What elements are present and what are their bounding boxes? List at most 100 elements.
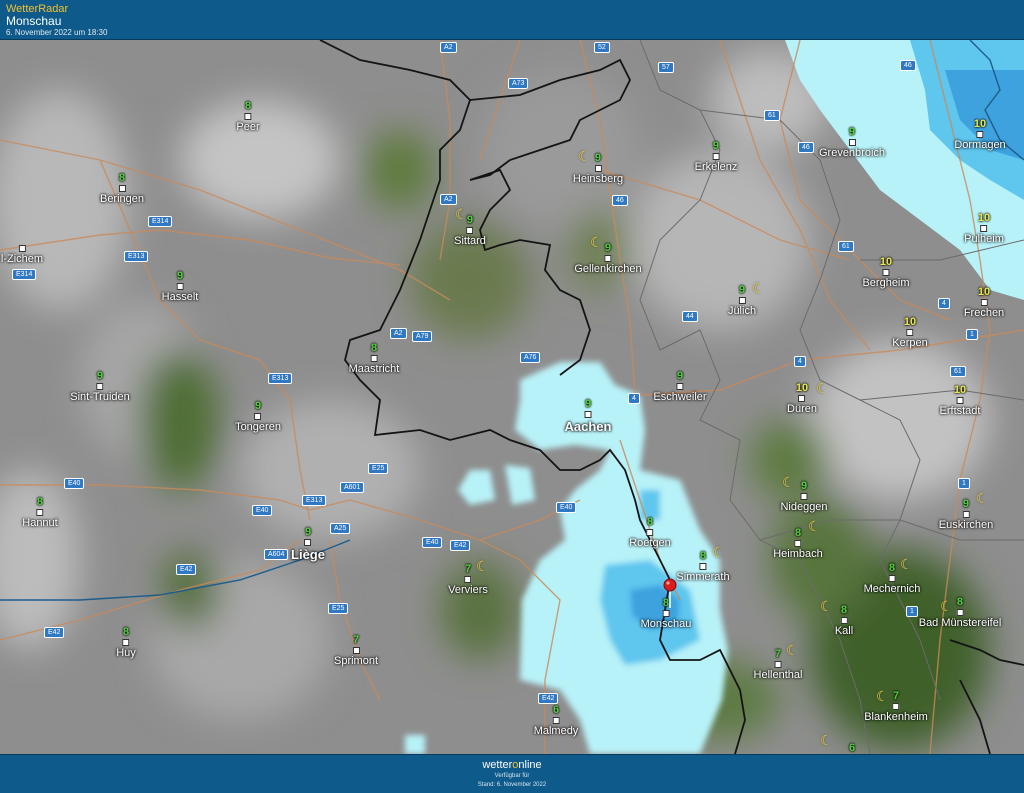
city-name: Grevenbroich [818, 147, 886, 159]
city-gellenkirchen[interactable]: 9 Gellenkirchen [574, 242, 641, 275]
road-shield-a2: A2 [440, 42, 457, 53]
crescent-moon-icon: ☾ [782, 474, 795, 490]
city-sprimont[interactable]: 7 Sprimont [334, 634, 378, 667]
city-liège[interactable]: 9 Liège [291, 526, 325, 562]
temperature-label: 8 [370, 342, 378, 354]
city-bad-münstereifel[interactable]: 8 Bad Münstereifel [919, 596, 1002, 629]
city-eschweiler[interactable]: 9 Eschweiler [653, 370, 706, 403]
city-name: Sprimont [333, 655, 379, 667]
city-marker [552, 717, 560, 724]
road-shield-a73: A73 [508, 78, 529, 89]
wetteronline-logo[interactable]: wetteronline [0, 759, 1024, 771]
city-marker [892, 703, 900, 710]
temperature-label: 10 [903, 316, 917, 328]
city-marker [584, 411, 592, 418]
city-blankenheim[interactable]: 7 Blankenheim [864, 690, 928, 723]
city-frechen[interactable]: 10 Frechen [964, 286, 1004, 319]
city-marker [800, 493, 808, 500]
stand-date: Stand: 6. November 2022 [477, 782, 547, 788]
city-name: Bergheim [862, 277, 910, 289]
city-erkelenz[interactable]: 9 Erkelenz [695, 140, 738, 173]
city-marker [712, 153, 720, 160]
city-aachen[interactable]: 9 Aachen [565, 398, 612, 434]
city-tongeren[interactable]: 9 Tongeren [235, 400, 281, 433]
road-shield-1: 1 [958, 478, 970, 489]
crescent-moon-icon: ☾ [820, 598, 833, 614]
city-sint-truiden[interactable]: 9 Sint-Truiden [70, 370, 130, 403]
temperature-label: 9 [604, 242, 612, 254]
radar-map[interactable]: 8 Peer 8 Beringen l-Zichem 9 Hasselt 9 Sint-Trui… [0, 40, 1024, 754]
road-shield-e42: E42 [450, 540, 471, 551]
city-erftstadt[interactable]: 10 Erftstadt [940, 384, 981, 417]
city-marker [244, 113, 252, 120]
city-name: Huy [116, 647, 136, 659]
city-name: Blankenheim [864, 711, 928, 723]
temperature-label: 7 [352, 634, 360, 646]
temperature-label: 9 [848, 126, 856, 138]
city-l-zichem[interactable]: l-Zichem [1, 244, 43, 265]
city-name: Aachen [564, 419, 612, 434]
city-unnamed[interactable]: 6 [849, 742, 855, 754]
city-beringen[interactable]: 8 Beringen [100, 172, 144, 205]
crescent-moon-icon: ☾ [455, 206, 468, 222]
temperature-label: 10 [977, 286, 991, 298]
city-marker [352, 647, 360, 654]
city-huy[interactable]: 8 Huy [116, 626, 136, 659]
city-roetgen[interactable]: 8 Roetgen [629, 516, 671, 549]
city-marker [304, 539, 312, 546]
road-shield-46: 46 [900, 60, 916, 71]
logo-part-3: nline [518, 759, 542, 771]
city-pulheim[interactable]: 10 Pulheim [964, 212, 1004, 245]
temperature-label: 9 [712, 140, 720, 152]
road-shield-1: 1 [906, 606, 918, 617]
road-shield-52: 52 [594, 42, 610, 53]
city-marker [794, 540, 802, 547]
road-shield-a601: A601 [340, 482, 365, 493]
city-kerpen[interactable]: 10 Kerpen [892, 316, 927, 349]
city-peer[interactable]: 8 Peer [236, 100, 259, 133]
city-name: Gellenkirchen [574, 263, 642, 275]
crescent-moon-icon: ☾ [816, 380, 829, 396]
city-name: Liège [291, 547, 325, 562]
temperature-label: 6 [848, 742, 856, 754]
temperature-label: 7 [892, 690, 900, 702]
city-marker [962, 511, 970, 518]
city-marker [980, 299, 988, 306]
city-marker [254, 413, 262, 420]
temperature-label: 8 [118, 172, 126, 184]
city-name: Roetgen [629, 537, 671, 549]
city-marker [646, 529, 654, 536]
city-maastricht[interactable]: 8 Maastricht [349, 342, 400, 375]
city-malmedy[interactable]: 6 Malmedy [534, 704, 579, 737]
road-shield-46: 46 [612, 195, 628, 206]
location-title: Monschau [6, 14, 62, 28]
road-shield-e42: E42 [176, 564, 197, 575]
temperature-label: 10 [795, 382, 809, 394]
city-name: Heimbach [773, 548, 823, 560]
city-marker [36, 509, 44, 516]
city-marker [118, 185, 126, 192]
temperature-label: 10 [973, 118, 987, 130]
city-marker [594, 165, 602, 172]
crescent-moon-icon: ☾ [876, 688, 889, 704]
city-name: Hellenthal [753, 669, 803, 681]
road-shield-a2: A2 [440, 194, 457, 205]
city-name: Sint-Truiden [70, 391, 130, 403]
road-shield-e25: E25 [368, 463, 389, 474]
city-grevenbroich[interactable]: 9 Grevenbroich [819, 126, 885, 159]
city-name: Beringen [99, 193, 145, 205]
city-marker [122, 639, 130, 646]
city-düren[interactable]: 10 Düren [787, 382, 817, 415]
city-name: Dormagen [954, 139, 1006, 151]
crescent-moon-icon: ☾ [786, 642, 799, 658]
city-name: Monschau [640, 618, 692, 630]
city-bergheim[interactable]: 10 Bergheim [862, 256, 909, 289]
city-hannut[interactable]: 8 Hannut [22, 496, 57, 529]
road-shield-61: 61 [764, 110, 780, 121]
city-kall[interactable]: 8 Kall [835, 604, 853, 637]
temperature-label: 9 [254, 400, 262, 412]
city-dormagen[interactable]: 10 Dormagen [954, 118, 1005, 151]
city-hasselt[interactable]: 9 Hasselt [162, 270, 199, 303]
road-shield-61: 61 [950, 366, 966, 377]
city-name: Kall [834, 625, 854, 637]
